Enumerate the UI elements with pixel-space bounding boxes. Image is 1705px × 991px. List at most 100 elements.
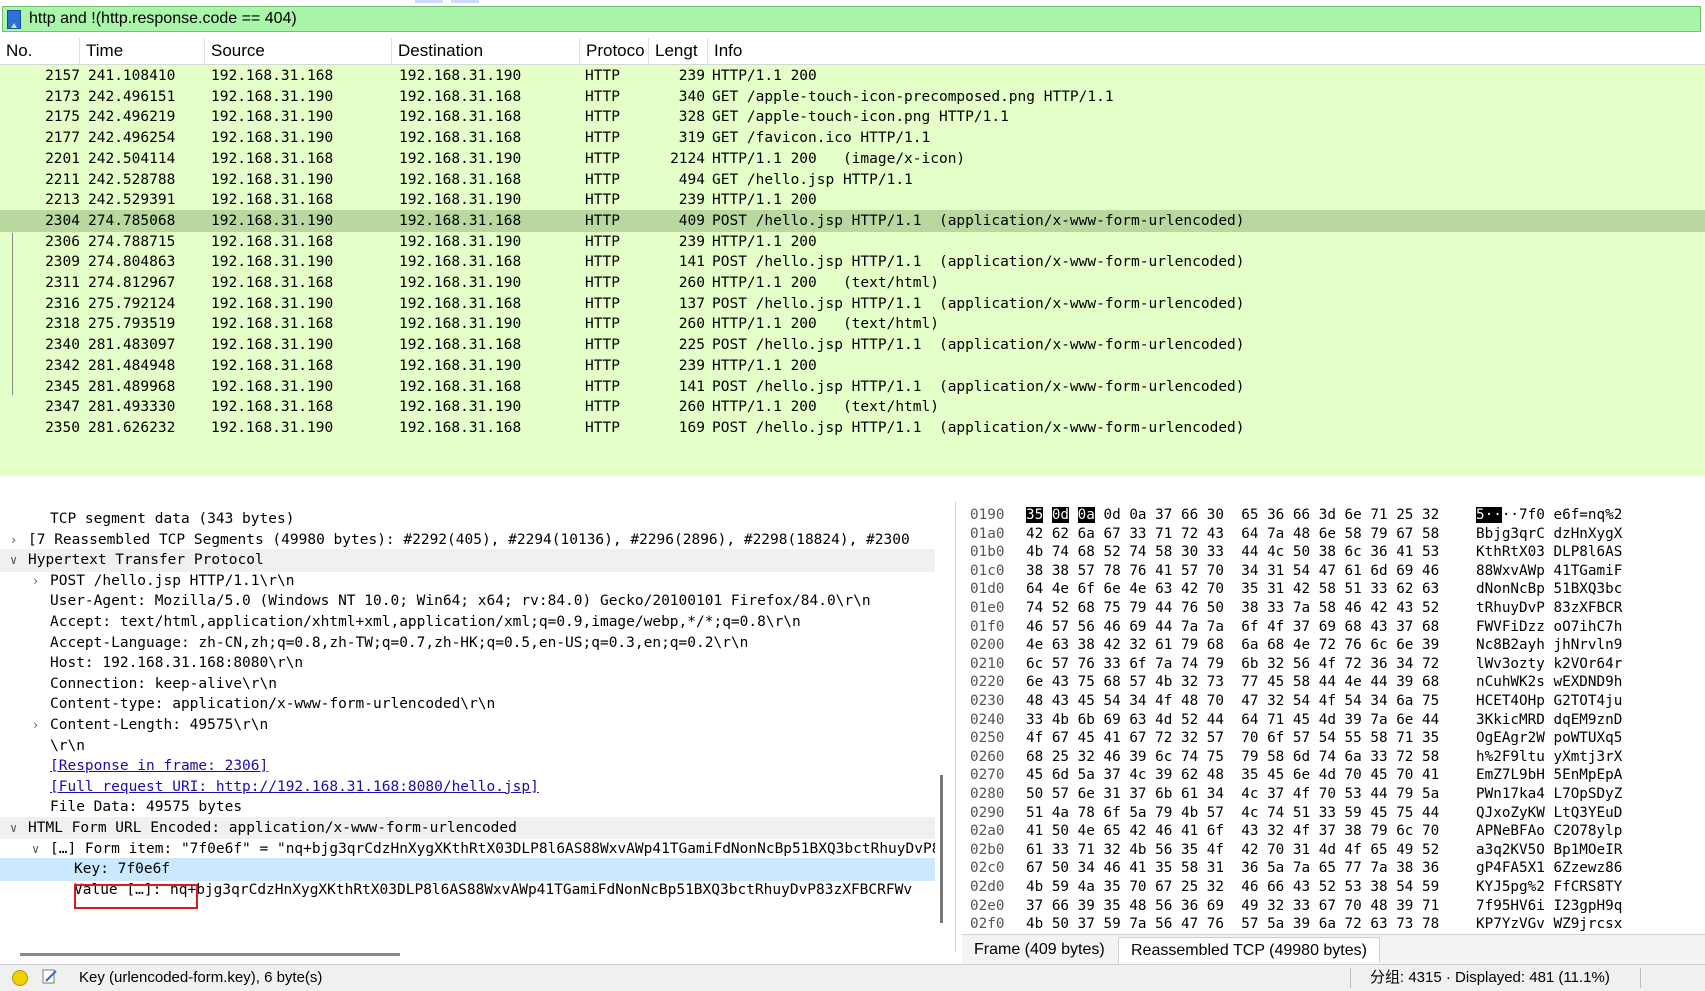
expand-arrow-icon[interactable]: › [10,529,17,551]
packet-row[interactable]: 2306 274.788715 192.168.31.168 192.168.31.1… [0,231,1705,254]
detail-line[interactable]: › POST /hello.jsp HTTP/1.1\r\n [0,570,935,592]
details-horizontal-scrollbar[interactable] [20,953,400,956]
detail-text: File Data: 49575 bytes [50,799,243,816]
details-vertical-scrollbar[interactable] [940,775,943,923]
packet-row[interactable]: 2340 281.483097 192.168.31.190 192.168.31.1… [0,334,1705,357]
packet-row[interactable]: 2213 242.529391 192.168.31.168 192.168.31.1… [0,189,1705,212]
detail-line[interactable]: Connection: keep-alive\r\n [0,673,935,695]
collapse-arrow-icon[interactable]: ∨ [10,817,17,839]
bytes-row[interactable]: 0190 35 0d 0a 0d 0a 37 66 30 65 36 66 3d … [962,506,1705,525]
detail-line[interactable]: ∨ Hypertext Transfer Protocol [0,549,935,572]
display-filter-input[interactable] [29,9,1689,29]
bookmark-icon[interactable] [7,10,21,29]
bytes-row[interactable]: 01d0 64 4e 6f 6e 4e 63 42 70 35 31 42 58 … [962,580,1705,599]
bytes-row[interactable]: 0240 33 4b 6b 69 63 4d 52 44 64 71 45 4d … [962,711,1705,730]
detail-line[interactable]: ∨ HTML Form URL Encoded: application/x-ww… [0,817,935,840]
detail-line[interactable]: User-Agent: Mozilla/5.0 (Windows NT 10.0… [0,590,935,612]
detail-line[interactable]: Host: 192.168.31.168:8080\r\n [0,652,935,674]
bytes-row[interactable]: 02c0 67 50 34 46 41 35 58 31 36 5a 7a 65 … [962,859,1705,878]
detail-link[interactable]: [Full request URI: http://192.168.31.168… [50,776,539,798]
edit-comment-icon[interactable] [42,969,58,985]
collapse-arrow-icon[interactable]: ∨ [32,838,39,860]
hex-byte: 31 [1267,562,1285,579]
bytes-row[interactable]: 0250 4f 67 45 41 67 72 32 57 70 6f 57 54 … [962,729,1705,748]
expand-arrow-icon[interactable]: › [32,714,39,736]
packet-row[interactable]: 2350 281.626232 192.168.31.190 192.168.31.1… [0,417,1705,440]
bytes-row[interactable]: 02a0 41 50 4e 65 42 46 41 6f 43 32 4f 37 … [962,822,1705,841]
hex-byte: 51 [1344,581,1362,598]
packet-row[interactable]: 2175 242.496219 192.168.31.190 192.168.31.1… [0,106,1705,129]
packet-row[interactable]: 2311 274.812967 192.168.31.168 192.168.31.1… [0,272,1705,295]
detail-line[interactable]: › [7 Reassembled TCP Segments (49980 byte… [0,529,935,551]
bytes-row[interactable]: 02f0 4b 50 37 59 7a 56 47 76 57 5a 39 6a … [962,915,1705,934]
bytes-row[interactable]: 0270 45 6d 5a 37 4c 39 62 48 35 45 6e 4d … [962,766,1705,785]
column-header-info[interactable]: Info [708,38,1705,64]
bytes-row[interactable]: 0260 68 25 32 46 39 6c 74 75 79 58 6d 74 … [962,748,1705,767]
hex-byte: 46 [1103,860,1121,877]
packet-row[interactable]: 2173 242.496151 192.168.31.190 192.168.31.1… [0,86,1705,109]
bytes-row[interactable]: 01c0 38 38 57 78 76 41 57 70 34 31 54 47 … [962,562,1705,581]
bytes-row[interactable]: 0220 6e 43 75 68 57 4b 32 73 77 45 58 44 … [962,673,1705,692]
packet-row[interactable]: 2304 274.785068 192.168.31.190 192.168.31.1… [0,209,1705,233]
detail-line-key[interactable]: Key: 7f0e6f [0,858,935,881]
detail-text: […] Form item: "7f0e6f" = "nq+bjg3qrCdzH… [50,840,935,857]
bytes-row[interactable]: 01f0 46 57 56 46 69 44 7a 7a 6f 4f 37 69 … [962,618,1705,637]
tab-frame-bytes[interactable]: Frame (409 bytes) [962,937,1117,963]
column-header-no[interactable]: No. [0,38,80,64]
bytes-row[interactable]: 01a0 42 62 6a 67 33 71 72 43 64 7a 48 6e … [962,525,1705,544]
hex-byte: 51 [1026,804,1044,821]
packet-row[interactable]: 2318 275.793519 192.168.31.168 192.168.31.1… [0,313,1705,336]
bytes-offset: 0230 [970,693,1005,709]
detail-link[interactable]: [Response in frame: 2306] [50,755,268,777]
bytes-row[interactable]: 0280 50 57 6e 31 37 6b 61 34 4c 37 4f 70 … [962,785,1705,804]
packet-row[interactable]: 2309 274.804863 192.168.31.190 192.168.31.1… [0,251,1705,274]
bytes-row[interactable]: 0230 48 43 45 54 34 4f 48 70 47 32 54 4f … [962,692,1705,711]
detail-line[interactable]: Content-type: application/x-www-form-url… [0,693,935,715]
detail-line[interactable]: ∨ […] Form item: "7f0e6f" = "nq+bjg3qrCdz… [0,838,935,860]
tab-reassembled-tcp[interactable]: Reassembled TCP (49980 bytes) [1118,937,1380,963]
detail-line[interactable]: › Content-Length: 49575\r\n [0,714,935,736]
bytes-offset: 0270 [970,767,1005,784]
column-header-source[interactable]: Source [205,38,392,64]
column-header-destination[interactable]: Destination [392,38,580,64]
packet-row[interactable]: 2342 281.484948 192.168.31.168 192.168.31.1… [0,355,1705,378]
packet-row[interactable]: 2201 242.504114 192.168.31.168 192.168.31.1… [0,148,1705,171]
packet-row[interactable]: 2345 281.489968 192.168.31.190 192.168.31.1… [0,376,1705,399]
detail-line[interactable]: Accept: text/html,application/xhtml+xml,… [0,611,935,633]
collapse-arrow-icon[interactable]: ∨ [10,549,17,571]
ascii-chunk: DLP8l6AS [1553,544,1623,561]
detail-line[interactable]: File Data: 49575 bytes [0,796,935,818]
bytes-row[interactable]: 02d0 4b 59 4a 35 70 67 25 32 46 66 43 52 … [962,878,1705,897]
bytes-row[interactable]: 0200 4e 63 38 42 32 61 79 68 6a 68 4e 72 … [962,636,1705,655]
bytes-row[interactable]: 02e0 37 66 39 35 48 56 36 69 49 32 33 67 … [962,897,1705,916]
bytes-row[interactable]: 02b0 61 33 71 32 4b 56 35 4f 42 70 31 4d … [962,841,1705,860]
expert-info-led-icon[interactable] [12,970,28,986]
column-header-length[interactable]: Lengt [649,38,708,64]
hex-byte: 35 [1180,841,1199,858]
detail-line[interactable]: [Full request URI: http://192.168.31.168… [0,776,935,798]
detail-line[interactable]: [Response in frame: 2306] [0,755,935,777]
column-header-protocol[interactable]: Protoco [580,38,649,64]
bytes-row[interactable]: 0290 51 4a 78 6f 5a 79 4b 57 4c 74 51 33 … [962,804,1705,823]
packet-row[interactable]: 2316 275.792124 192.168.31.190 192.168.31.1… [0,293,1705,316]
bytes-row[interactable]: 0210 6c 57 76 33 6f 7a 74 79 6b 32 56 4f … [962,655,1705,674]
bytes-hex: 42 62 6a 67 33 71 72 43 64 7a 48 6e 58 7… [1026,525,1439,544]
packet-protocol-cell: HTTP [585,233,620,250]
packet-row[interactable]: 2157 241.108410 192.168.31.168 192.168.31.1… [0,65,1705,88]
detail-line[interactable]: Accept-Language: zh-CN,zh;q=0.8,zh-TW;q=… [0,632,935,654]
ascii-chunk: APNeBFAo [1476,823,1545,840]
expand-arrow-icon[interactable]: › [32,570,39,592]
packet-source-cell: 192.168.31.168 [211,399,334,416]
packet-row[interactable]: 2347 281.493330 192.168.31.168 192.168.31.1… [0,396,1705,419]
packet-row[interactable]: 2177 242.496254 192.168.31.190 192.168.31.1… [0,127,1705,150]
detail-line[interactable]: TCP segment data (343 bytes) [0,508,935,530]
pane-splitter[interactable] [0,476,1705,502]
packet-no-cell: 2211 [45,171,80,188]
bytes-row[interactable]: 01e0 74 52 68 75 79 44 76 50 38 33 7a 58 … [962,599,1705,618]
packet-row[interactable]: 2211 242.528788 192.168.31.190 192.168.31.1… [0,169,1705,192]
detail-line[interactable]: \r\n [0,735,935,757]
column-header-time[interactable]: Time [80,38,205,64]
ascii-chunk: PWn17ka4 [1476,786,1545,802]
bytes-row[interactable]: 01b0 4b 74 68 52 74 58 30 33 44 4c 50 38 … [962,543,1705,562]
packet-destination-cell: 192.168.31.190 [399,316,522,333]
